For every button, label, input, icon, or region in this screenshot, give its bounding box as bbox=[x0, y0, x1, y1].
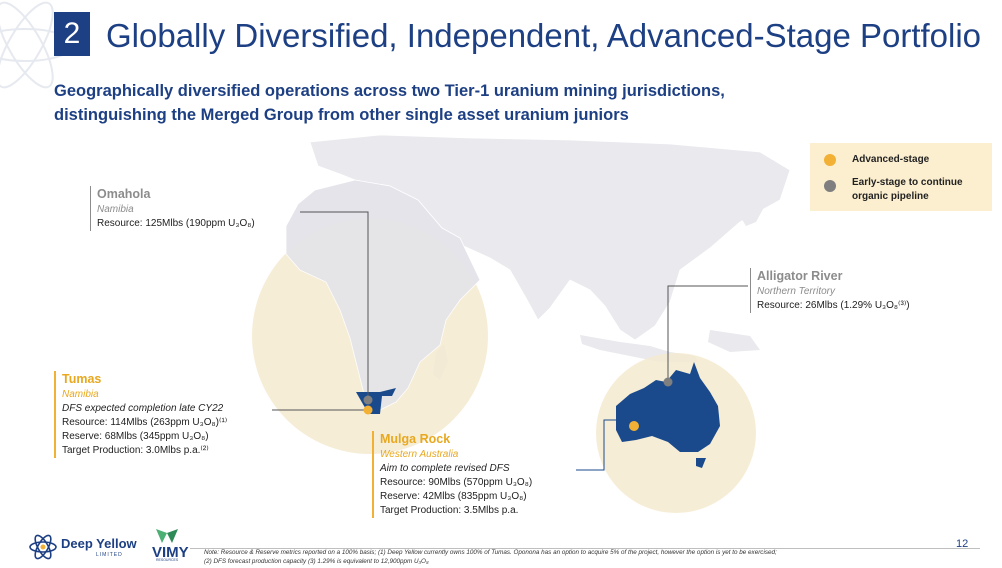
early-stage-dot-icon bbox=[824, 180, 836, 192]
omahola-callout: Omahola Namibia Resource: 125Mlbs (190pp… bbox=[90, 186, 255, 231]
mulga-resource: Resource: 90Mlbs (570ppm U₃O₈) bbox=[380, 477, 533, 488]
tumas-name: Tumas bbox=[62, 372, 102, 386]
omahola-resource: Resource: 125Mlbs (190ppm U₃O₈) bbox=[97, 218, 255, 229]
mulga-reserve: Reserve: 42Mlbs (835ppm U₃O₈) bbox=[380, 491, 527, 502]
tumas-reserve: Reserve: 68Mlbs (345ppm U₃O₈) bbox=[62, 431, 209, 442]
mulga-region: Western Australia bbox=[380, 449, 459, 460]
tumas-region: Namibia bbox=[62, 389, 99, 400]
mulga-name: Mulga Rock bbox=[380, 432, 451, 446]
omahola-region: Namibia bbox=[97, 204, 134, 215]
alligator-resource: Resource: 26Mlbs (1.29% U₃O₈⁽³⁾) bbox=[757, 300, 910, 311]
legend-early-label-1: Early-stage to continue bbox=[852, 177, 963, 188]
footnote-line-1: Note: Resource & Reserve metrics reporte… bbox=[204, 549, 777, 556]
mulga-dot bbox=[629, 421, 639, 431]
tumas-dot bbox=[363, 405, 373, 415]
mulga-production: Target Production: 3.5Mlbs p.a. bbox=[380, 505, 519, 516]
legend-early-label-2: organic pipeline bbox=[852, 191, 929, 202]
tumas-callout: Tumas Namibia DFS expected completion la… bbox=[54, 371, 227, 458]
tumas-resource: Resource: 114Mlbs (263ppm U₃O₈)⁽¹⁾ bbox=[62, 417, 228, 428]
subtitle-line-1: Geographically diversified operations ac… bbox=[54, 82, 725, 100]
footnote-line-2: (2) DFS forecast production capacity (3)… bbox=[204, 558, 429, 565]
deep-yellow-logo-icon bbox=[29, 534, 57, 560]
vimy-logo-sub: RESOURCES bbox=[156, 558, 179, 562]
map-legend: Advanced-stage Early-stage to continue o… bbox=[810, 143, 992, 211]
section-number-badge: 2 bbox=[54, 12, 90, 56]
alligator-name: Alligator River bbox=[757, 269, 843, 283]
mulga-dfs: Aim to complete revised DFS bbox=[380, 463, 510, 474]
subtitle-line-2: distinguishing the Merged Group from oth… bbox=[54, 106, 629, 124]
deep-yellow-logo-text: Deep Yellow bbox=[61, 536, 137, 551]
tumas-dfs: DFS expected completion late CY22 bbox=[62, 403, 224, 414]
omahola-name: Omahola bbox=[97, 187, 151, 201]
alligator-dot bbox=[663, 377, 673, 387]
new-guinea-landmass bbox=[708, 330, 760, 352]
omahola-dot bbox=[363, 395, 373, 405]
page-title: Globally Diversified, Independent, Advan… bbox=[106, 17, 982, 54]
alligator-region: Northern Territory bbox=[757, 286, 835, 297]
footnote: Note: Resource & Reserve metrics reporte… bbox=[204, 548, 777, 566]
vimy-logo-icon bbox=[156, 529, 178, 543]
legend-advanced-label: Advanced-stage bbox=[852, 154, 930, 165]
deep-yellow-logo-sub: LIMITED bbox=[96, 552, 123, 558]
advanced-stage-dot-icon bbox=[824, 154, 836, 166]
alligator-callout: Alligator River Northern Territory Resou… bbox=[750, 268, 910, 313]
page-number: 12 bbox=[956, 538, 969, 550]
tumas-production: Target Production: 3.0Mlbs p.a.⁽²⁾ bbox=[62, 445, 209, 456]
mulga-callout: Mulga Rock Western Australia Aim to comp… bbox=[372, 431, 532, 518]
